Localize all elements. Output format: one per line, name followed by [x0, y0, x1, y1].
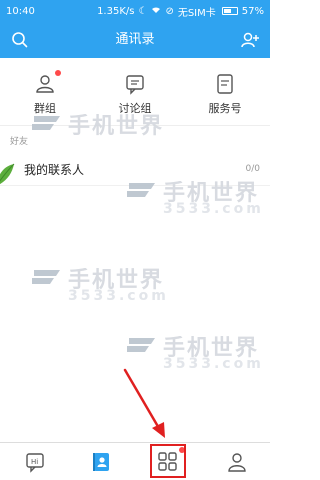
watermark-logo	[32, 270, 60, 284]
sim-text: 无SIM卡	[177, 7, 216, 19]
bottom-tab-bar: Hi	[0, 442, 270, 480]
contacts-group-count: 0/0	[245, 164, 260, 174]
network-speed: 1.35K/s	[97, 5, 135, 17]
battery-icon	[221, 7, 238, 15]
watermark-logo	[127, 183, 155, 197]
chat-icon[interactable]: Hi	[22, 449, 48, 475]
watermark-sub: 3533.com	[163, 201, 264, 217]
battery-fill	[223, 9, 231, 13]
tab-highlight-box	[150, 444, 186, 478]
status-bar: 10:40 1.35K/s ☾ ⊘ 无SIM卡 57%	[0, 0, 270, 22]
watermark-sub: 3533.com	[68, 288, 169, 304]
add-user-icon[interactable]	[240, 30, 260, 50]
page-title: 通讯录	[115, 32, 155, 47]
wifi-icon	[151, 6, 161, 17]
moon-icon: ☾	[138, 5, 148, 17]
group-icon	[33, 70, 61, 96]
status-time: 10:40	[6, 5, 35, 17]
contacts-group-name: 我的联系人	[24, 163, 85, 177]
watermark-logo	[127, 338, 155, 352]
section-label: 好友	[10, 137, 29, 147]
watermark-logo	[32, 116, 60, 130]
profile-icon[interactable]	[224, 449, 250, 475]
group-badge	[55, 70, 61, 76]
battery-percent: 57%	[241, 5, 264, 17]
category-service[interactable]: 服务号	[190, 72, 260, 116]
signal-off-icon: ⊘	[165, 5, 174, 17]
status-right: 1.35K/s ☾ ⊘ 无SIM卡 57%	[97, 4, 264, 19]
watermark-sub: 3533.com	[163, 356, 264, 372]
svg-text:Hi: Hi	[31, 458, 38, 466]
app-bar: 通讯录	[0, 22, 270, 58]
category-label: 服务号	[208, 102, 242, 115]
watermark-text: 手机世界	[68, 114, 165, 139]
service-icon	[213, 72, 237, 96]
watermark: 手机世界 3533.com	[125, 175, 261, 217]
watermark: 手机世界 3533.com	[125, 330, 261, 372]
leaf-icon	[0, 163, 15, 185]
watermark: 手机世界	[30, 108, 164, 140]
contacts-icon[interactable]	[88, 449, 114, 475]
watermark: 手机世界 3533.com	[30, 262, 166, 304]
discussion-icon	[123, 72, 147, 96]
